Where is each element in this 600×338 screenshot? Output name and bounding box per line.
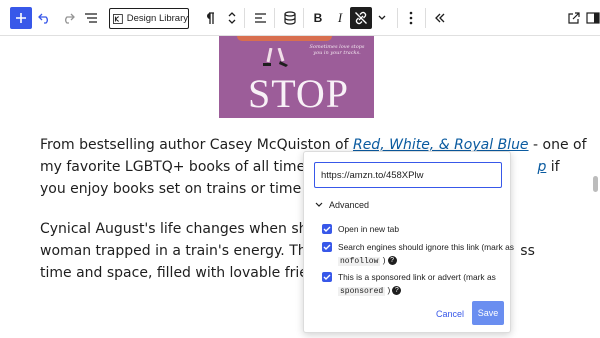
text-span: ss: [520, 243, 535, 259]
editor-scrollbar-thumb[interactable]: [593, 176, 598, 192]
settings-button[interactable]: [582, 7, 600, 29]
toolbar-divider: [397, 8, 398, 28]
undo-icon: [38, 13, 48, 24]
design-library-icon: [113, 13, 123, 24]
block-inserter-button[interactable]: [10, 7, 32, 29]
text-span: my favorite LGBTQ+ books of all time - y: [40, 159, 328, 175]
more-formatting-button[interactable]: [371, 7, 393, 29]
toolbar-divider: [244, 8, 245, 28]
sponsored-label: This is a sponsored link or advert (mark…: [338, 271, 496, 298]
redo-icon: [65, 13, 75, 24]
block-options-button[interactable]: [400, 7, 422, 29]
database-button[interactable]: [279, 7, 301, 29]
plus-icon: [16, 13, 26, 23]
option-text: This is a sponsored link or advert (mark…: [338, 272, 496, 282]
list-view-button[interactable]: [80, 7, 102, 29]
align-button[interactable]: [249, 7, 271, 29]
advanced-toggle[interactable]: Advanced: [315, 200, 369, 210]
design-library-button[interactable]: Design Library: [109, 8, 189, 29]
link-settings-popover: Advanced Open in new tab Search engines …: [303, 151, 514, 333]
unlink-button[interactable]: [350, 7, 372, 29]
text-span: - one of: [528, 137, 587, 153]
check-icon: [323, 274, 331, 280]
list-view-icon: [85, 13, 97, 23]
database-icon: [284, 11, 296, 25]
option-text: Search engines should ignore this link (…: [338, 242, 514, 252]
nofollow-label: Search engines should ignore this link (…: [338, 241, 514, 268]
cover-top-band: [237, 36, 332, 41]
text-span: if: [546, 159, 560, 175]
chevron-down-icon: [378, 15, 386, 20]
cancel-button[interactable]: Cancel: [430, 303, 470, 325]
link-off-icon: [355, 11, 367, 25]
text-span: woman trapped in a train's energy. This: [40, 243, 323, 259]
block-editor-toolbar: Design Library B I: [0, 0, 600, 36]
toolbar-divider: [303, 8, 304, 28]
chevron-up-down-icon: [228, 12, 236, 24]
save-button[interactable]: Save: [472, 301, 504, 325]
book-cover-image[interactable]: Sometimes love stops you in your tracks.…: [219, 36, 374, 118]
sponsored-option[interactable]: This is a sponsored link or advert (mark…: [322, 271, 496, 298]
help-icon[interactable]: ?: [392, 286, 402, 296]
sponsored-checkbox[interactable]: [322, 272, 332, 282]
cover-tagline: Sometimes love stops you in your tracks.: [309, 44, 365, 56]
double-chevron-left-icon: [435, 13, 445, 23]
open-new-tab-checkbox[interactable]: [322, 224, 332, 234]
move-block-button[interactable]: [221, 7, 243, 29]
help-icon[interactable]: ?: [387, 256, 397, 266]
nofollow-option[interactable]: Search engines should ignore this link (…: [322, 241, 514, 268]
nofollow-code: nofollow: [338, 257, 381, 266]
collapse-toolbar-button[interactable]: [429, 7, 451, 29]
design-library-label: Design Library: [126, 13, 188, 24]
italic-button[interactable]: I: [329, 7, 351, 29]
align-left-icon: [254, 13, 266, 23]
undo-button[interactable]: [34, 7, 56, 29]
external-link-icon: [568, 12, 580, 24]
cover-title: STOP: [247, 71, 350, 116]
more-vertical-icon: [409, 11, 413, 25]
redo-button[interactable]: [57, 7, 79, 29]
paragraph-block-button[interactable]: [199, 7, 221, 29]
pilcrow-icon: [207, 11, 214, 24]
option-text: ): [387, 285, 391, 295]
toolbar-divider: [274, 8, 275, 28]
check-icon: [323, 226, 331, 232]
sponsored-code: sponsored: [338, 287, 386, 296]
advanced-label: Advanced: [329, 200, 370, 210]
open-new-tab-label: Open in new tab: [338, 224, 399, 234]
open-new-tab-option[interactable]: Open in new tab: [322, 223, 399, 236]
check-icon: [323, 244, 331, 250]
bold-button[interactable]: B: [307, 7, 329, 29]
chevron-down-icon: [315, 202, 323, 207]
toolbar-divider: [425, 8, 426, 28]
nofollow-checkbox[interactable]: [322, 242, 332, 252]
selected-link[interactable]: p: [537, 159, 546, 175]
link-url-input[interactable]: [314, 162, 502, 188]
settings-icon: [586, 12, 600, 24]
option-text: ): [382, 255, 386, 265]
